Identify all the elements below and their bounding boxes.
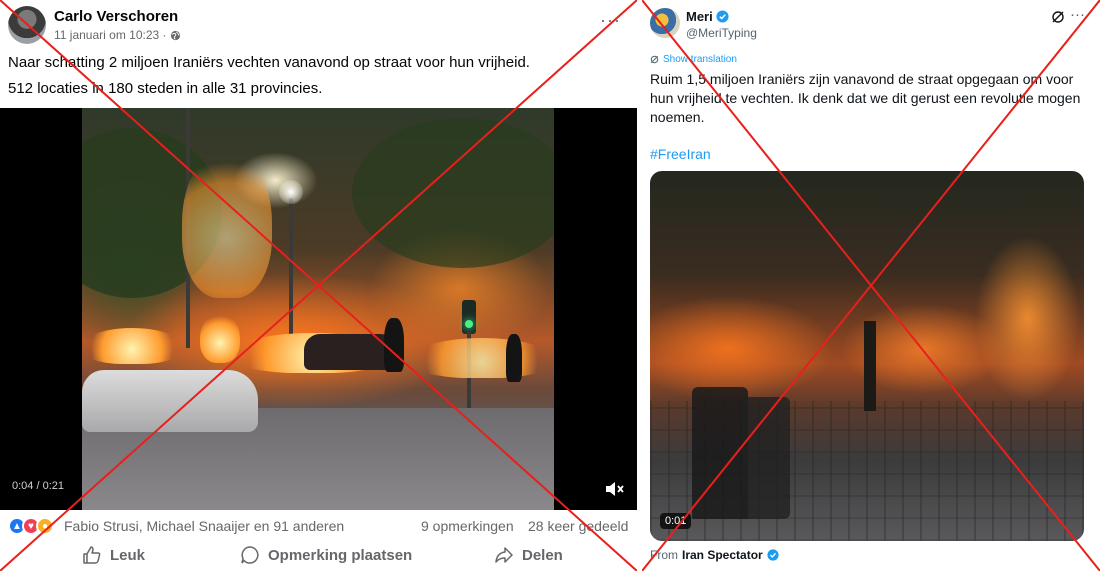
traffic-light [462, 300, 476, 334]
like-label: Leuk [110, 546, 146, 564]
author-avatar[interactable] [8, 6, 46, 44]
post-actions: Leuk Opmerking plaatsen Delen [0, 542, 637, 568]
globe-icon [170, 30, 180, 40]
video-duration: 0:01 [660, 513, 692, 529]
smoke-fire [182, 148, 272, 298]
like-button[interactable]: Leuk [82, 542, 145, 568]
bin [692, 387, 748, 519]
grok-small-icon [650, 55, 659, 64]
reaction-icons[interactable]: ▲ ♥ ● [8, 516, 54, 536]
reactions-summary[interactable]: Fabio Strusi, Michael Snaaijer en 91 and… [64, 518, 344, 534]
post-text-line-2: 512 locaties in 180 steden in alle 31 pr… [8, 80, 323, 97]
from-prefix: From [650, 548, 678, 562]
comment-icon [241, 546, 259, 564]
verified-icon [716, 10, 729, 23]
tree [352, 118, 554, 268]
comment-button[interactable]: Opmerking plaatsen [240, 542, 412, 568]
fire [412, 338, 552, 378]
x-post: Meri @MeriTyping ··· Show translation Ru… [642, 0, 1100, 571]
post-text-line-1: Naar schatting 2 miljoen Iraniërs vechte… [8, 54, 530, 71]
thumbs-up-icon [83, 546, 101, 564]
source-name[interactable]: Iran Spectator [682, 548, 763, 562]
post-timestamp[interactable]: 11 januari om 10:23 · [54, 28, 167, 42]
more-options-button[interactable]: ··· [1070, 6, 1085, 23]
shares-count[interactable]: 28 keer gedeeld [528, 518, 628, 534]
tree-trunk [864, 321, 876, 411]
care-reaction-icon: ● [36, 517, 54, 535]
share-icon [495, 547, 513, 563]
share-label: Delen [522, 546, 563, 564]
person [506, 334, 522, 382]
comments-count[interactable]: 9 opmerkingen [421, 518, 514, 534]
share-button[interactable]: Delen [494, 542, 563, 568]
author-name-row: Meri [686, 9, 729, 24]
facebook-post: Carlo Verschoren 11 januari om 10:23 · ·… [0, 0, 637, 571]
comment-label: Opmerking plaatsen [268, 546, 413, 564]
bin [742, 397, 790, 519]
pole [289, 198, 293, 348]
author-avatar[interactable] [650, 8, 680, 38]
author-handle[interactable]: @MeriTyping [686, 26, 757, 40]
video-time: 0:04 / 0:21 [12, 480, 64, 492]
video-player[interactable]: 0:04 / 0:21 [0, 108, 637, 510]
video-frame[interactable] [82, 108, 554, 510]
car [82, 370, 258, 432]
author-name[interactable]: Meri [686, 9, 713, 24]
car [304, 334, 396, 370]
video-source: From Iran Spectator [650, 548, 779, 562]
more-options-button[interactable]: ··· [600, 10, 621, 31]
grok-icon[interactable] [1051, 10, 1065, 24]
person [384, 318, 404, 372]
video-player[interactable]: 0:01 [650, 171, 1084, 541]
post-meta: 11 januari om 10:23 · [54, 28, 181, 42]
verified-icon [767, 549, 779, 561]
show-translation-link[interactable]: Show translation [650, 54, 737, 65]
show-translation-label: Show translation [663, 54, 737, 65]
mute-icon[interactable] [604, 480, 624, 498]
author-name[interactable]: Carlo Verschoren [54, 8, 178, 25]
hashtag-link[interactable]: #FreeIran [650, 146, 711, 162]
streetlight [279, 180, 303, 204]
fire [82, 328, 182, 364]
post-text: Ruim 1,5 miljoen Iraniërs zijn vanavond … [650, 71, 1081, 125]
